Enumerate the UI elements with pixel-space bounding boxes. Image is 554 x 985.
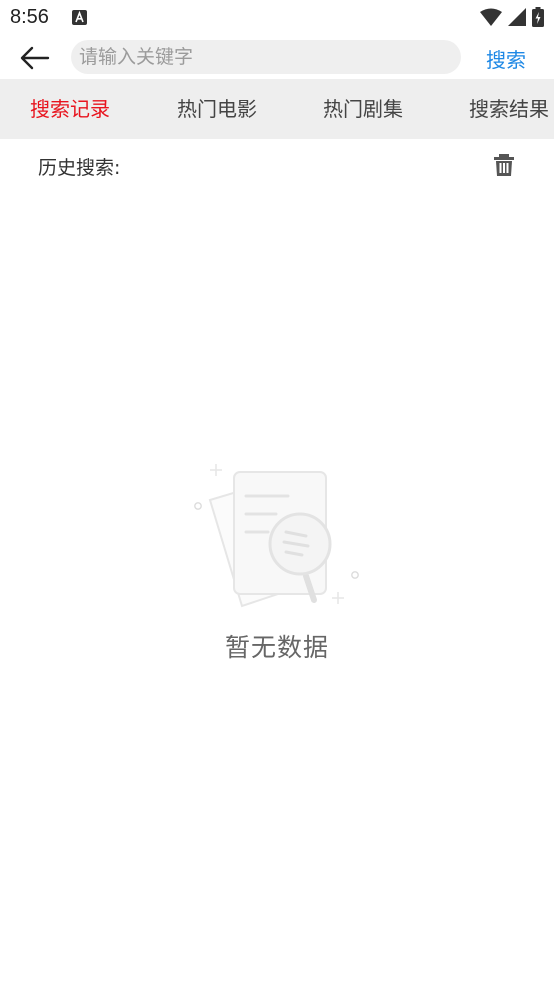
search-button[interactable]: 搜索 [486, 44, 526, 73]
tab-hot-series[interactable]: 热门剧集 [323, 93, 403, 122]
status-icons [480, 7, 544, 27]
tab-bar: 搜索记录 热门电影 热门剧集 搜索结果 [0, 79, 554, 139]
battery-icon [532, 7, 544, 27]
search-input[interactable] [71, 40, 439, 74]
status-time: 8:56 [10, 6, 49, 28]
back-arrow-icon [20, 46, 50, 70]
trash-icon [494, 154, 514, 176]
signal-icon [508, 8, 526, 26]
search-header: 搜索 [0, 36, 554, 80]
empty-document-search-icon [194, 464, 359, 608]
tab-search-history[interactable]: 搜索记录 [30, 93, 110, 122]
tab-hot-movies[interactable]: 热门电影 [177, 93, 257, 122]
history-title: 历史搜索: [38, 157, 121, 179]
empty-state-text: 暂无数据 [224, 633, 329, 662]
tab-search-results[interactable]: 搜索结果 [469, 93, 549, 122]
clear-history-button[interactable] [491, 152, 517, 178]
back-button[interactable] [18, 42, 52, 74]
wifi-icon [480, 8, 502, 26]
search-box [71, 40, 461, 74]
status-bar: 8:56 [0, 0, 554, 36]
notification-a-icon [72, 10, 87, 25]
